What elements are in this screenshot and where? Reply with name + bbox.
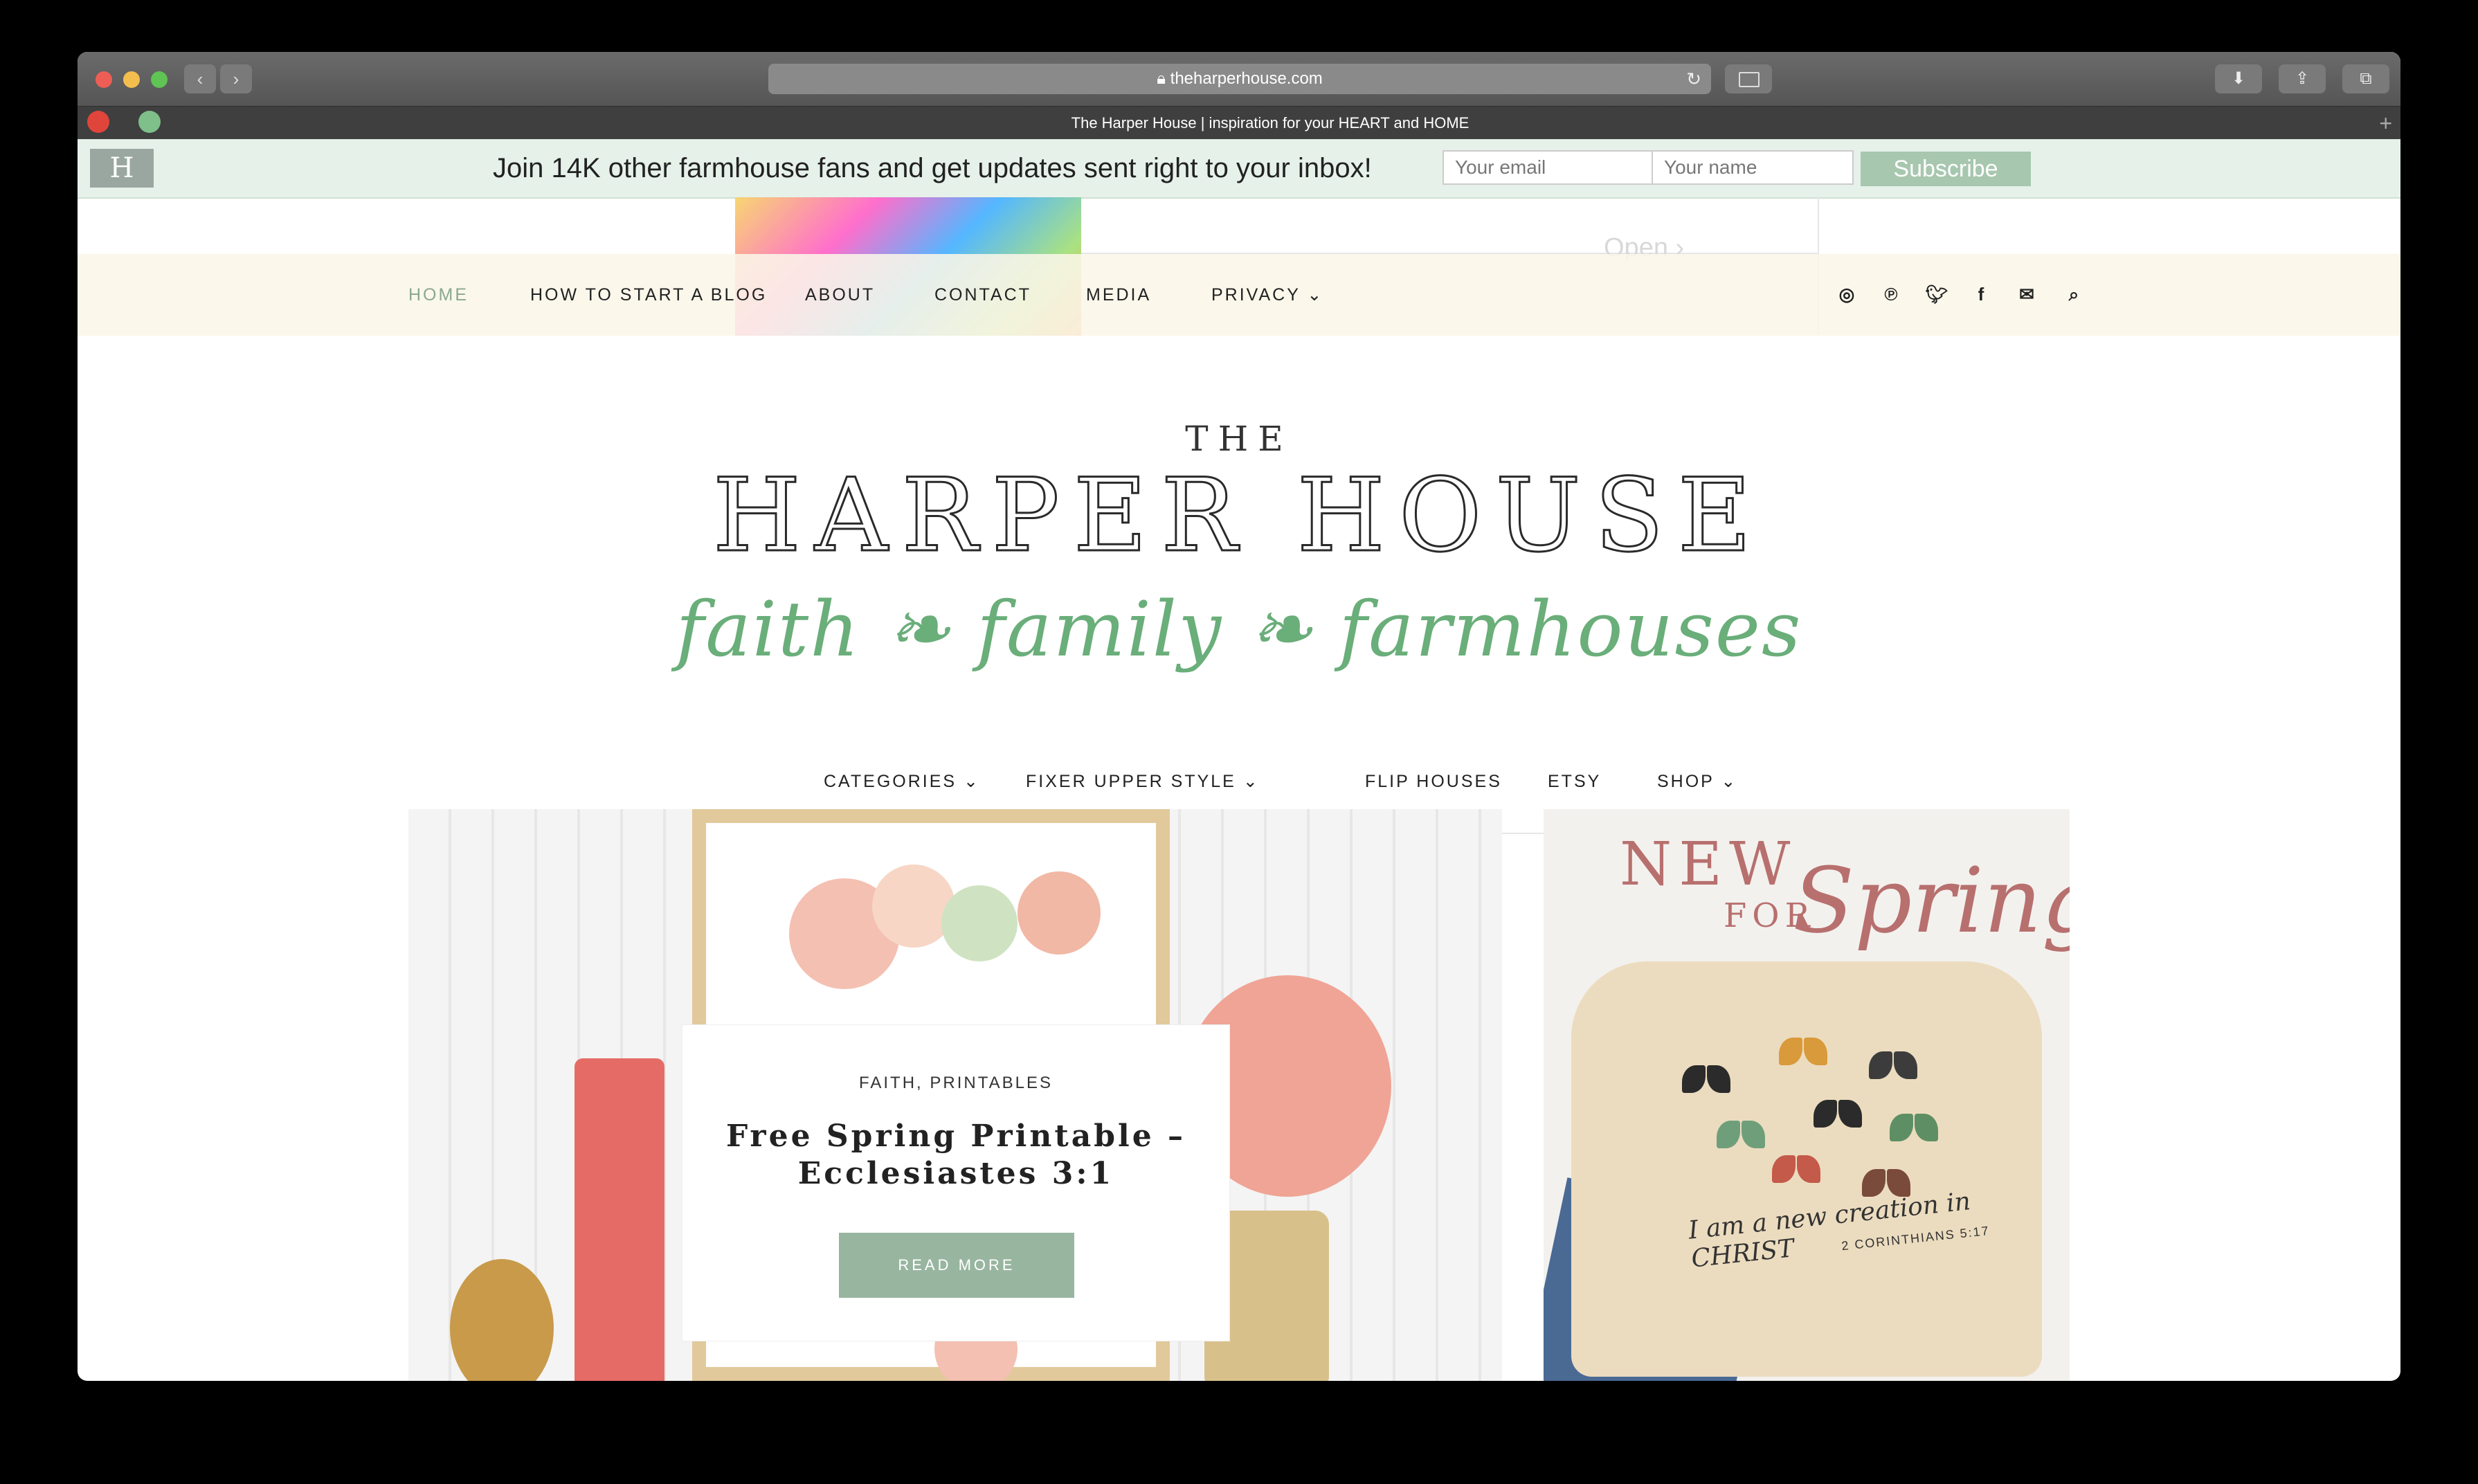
download-icon: ⬇	[2231, 69, 2246, 88]
read-more-button[interactable]: READ MORE	[839, 1233, 1074, 1298]
butterfly-icon	[1814, 1100, 1862, 1128]
featured-post-image[interactable]: FAITH, PRINTABLES Free Spring Printable …	[408, 809, 1502, 1381]
book-image	[575, 1058, 664, 1381]
subscribe-message: Join 14K other farmhouse fans and get up…	[493, 153, 1372, 183]
lock-icon: 🔒︎	[1157, 69, 1166, 88]
chevron-down-icon: ⌄	[1307, 285, 1324, 305]
maximize-window-button[interactable]	[151, 71, 168, 88]
top-navigation: HOME HOW TO START A BLOG ABOUT CONTACT M…	[78, 254, 2400, 336]
close-window-button[interactable]	[96, 71, 112, 88]
subscribe-bar: H Join 14K other farmhouse fans and get …	[78, 139, 2400, 199]
nav-how-to-start-a-blog[interactable]: HOW TO START A BLOG	[530, 254, 767, 336]
butterfly-icon	[1682, 1065, 1730, 1093]
butterfly-icon	[1862, 1169, 1910, 1197]
extension-cloud-icon[interactable]	[138, 111, 161, 133]
tab-bar: The Harper House | inspiration for your …	[78, 106, 2400, 140]
browser-window: ‹ › 🔒︎ theharperhouse.com ↻ ⬇ ⇪ ⧉ The Ha…	[78, 52, 2400, 1381]
sidebar-promo-image[interactable]: NEW FOR Spring! I am a new creation in C…	[1544, 809, 2070, 1381]
browser-toolbar: ‹ › 🔒︎ theharperhouse.com ↻ ⬇ ⇪ ⧉	[78, 52, 2400, 106]
minimize-window-button[interactable]	[123, 71, 140, 88]
site-logo-icon[interactable]: H	[90, 149, 154, 188]
nav-privacy[interactable]: PRIVACY ⌄	[1211, 254, 1323, 336]
butterfly-icon	[1890, 1114, 1938, 1141]
butterfly-icon	[1717, 1121, 1765, 1148]
url-text: theharperhouse.com	[1170, 69, 1323, 88]
butterfly-icon	[1772, 1155, 1820, 1183]
downloads-button[interactable]: ⬇	[2215, 64, 2262, 93]
post-title[interactable]: Free Spring Printable – Ecclesiastes 3:1	[710, 1118, 1202, 1193]
pear-image	[450, 1259, 554, 1381]
tabs-overview-button[interactable]: ⧉	[2342, 64, 2389, 93]
new-tab-icon[interactable]: +	[2379, 107, 2392, 140]
instagram-icon[interactable]: ◎	[1833, 280, 1861, 308]
pinterest-icon[interactable]: ℗	[1877, 280, 1905, 308]
name-field[interactable]: Your name	[1652, 150, 1854, 185]
promo-new: NEW	[1620, 830, 1798, 899]
reload-icon[interactable]: ↻	[1686, 64, 1701, 94]
twitter-icon[interactable]: 🐦︎	[1923, 280, 1951, 308]
logo-the[interactable]: THE	[78, 419, 2400, 459]
butterfly-icon	[1869, 1051, 1917, 1079]
nav-about[interactable]: ABOUT	[805, 254, 875, 336]
email-icon[interactable]: ✉	[2013, 280, 2041, 308]
back-button[interactable]: ‹	[184, 64, 216, 93]
logo-tagline: faith ❧ family ❧ farmhouses	[676, 585, 1802, 673]
active-tab[interactable]: The Harper House | inspiration for your …	[174, 107, 2366, 140]
nav-home[interactable]: HOME	[408, 254, 469, 336]
chevron-down-icon: ⌄	[1242, 772, 1260, 791]
facebook-icon[interactable]: f	[1967, 280, 1995, 308]
chevron-down-icon: ⌄	[964, 772, 980, 791]
featured-post-card: FAITH, PRINTABLES Free Spring Printable …	[682, 1025, 1229, 1341]
butterfly-icon	[1779, 1038, 1827, 1065]
sidebar-toggle-button[interactable]	[1725, 64, 1772, 93]
chevron-right-icon: ›	[233, 69, 239, 89]
tabs-icon: ⧉	[2360, 69, 2372, 88]
extension-check-icon[interactable]	[87, 111, 109, 133]
forward-button[interactable]: ›	[220, 64, 252, 93]
subscribe-button[interactable]: Subscribe	[1861, 152, 2031, 186]
nav-contact[interactable]: CONTACT	[934, 254, 1031, 336]
chevron-down-icon: ⌄	[1721, 772, 1738, 791]
chevron-left-icon: ‹	[197, 69, 204, 89]
share-button[interactable]: ⇪	[2279, 64, 2326, 93]
post-categories[interactable]: FAITH, PRINTABLES	[682, 1074, 1229, 1093]
address-bar[interactable]: 🔒︎ theharperhouse.com ↻	[768, 64, 1711, 94]
site-logo[interactable]: HARPER HOUSE	[78, 456, 2400, 576]
promo-spring: Spring!	[1793, 848, 2070, 953]
nav-media[interactable]: MEDIA	[1086, 254, 1151, 336]
search-icon[interactable]: ⌕	[2060, 280, 2088, 308]
share-icon: ⇪	[2295, 69, 2310, 88]
